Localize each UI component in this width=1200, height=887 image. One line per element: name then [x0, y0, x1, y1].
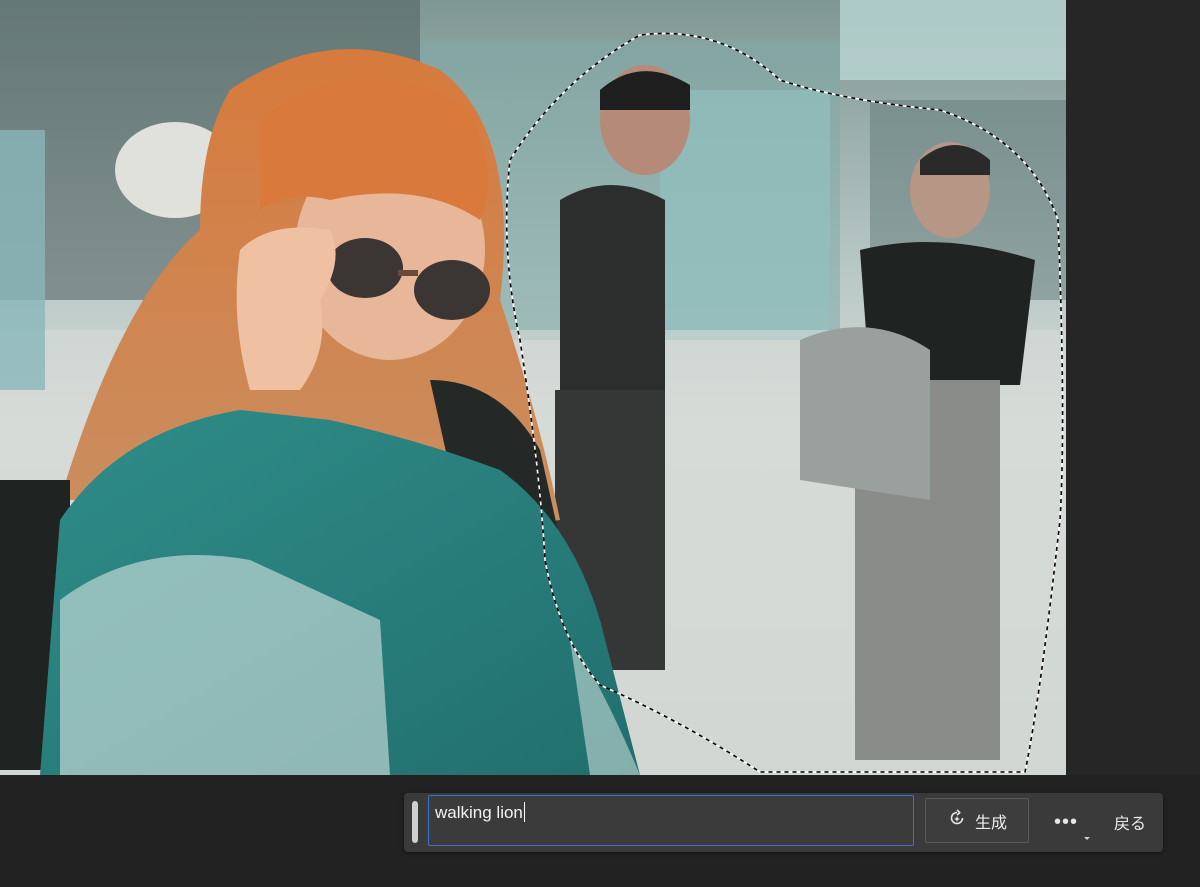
- photo-illustration: [0, 0, 1066, 775]
- contextual-task-bar: walking lion 生成 ••• 戻る: [404, 793, 1163, 852]
- generate-label: 生成: [974, 814, 1007, 832]
- dropdown-caret-icon: [1084, 837, 1090, 840]
- more-label: •••: [1053, 810, 1078, 833]
- prompt-input[interactable]: walking lion: [428, 795, 914, 846]
- back-label: 戻る: [1113, 816, 1146, 833]
- sparkle-refresh-icon: [947, 808, 967, 833]
- document-canvas[interactable]: [0, 0, 1200, 775]
- photo-image: [0, 0, 1066, 775]
- text-caret: [523, 802, 525, 822]
- back-button[interactable]: 戻る: [1104, 805, 1156, 839]
- canvas-pasteboard: [1066, 0, 1200, 775]
- prompt-text: walking lion: [435, 803, 523, 822]
- more-options-icon[interactable]: •••: [1048, 805, 1084, 839]
- drag-handle-icon[interactable]: [412, 801, 418, 843]
- generate-button[interactable]: 生成: [925, 798, 1029, 843]
